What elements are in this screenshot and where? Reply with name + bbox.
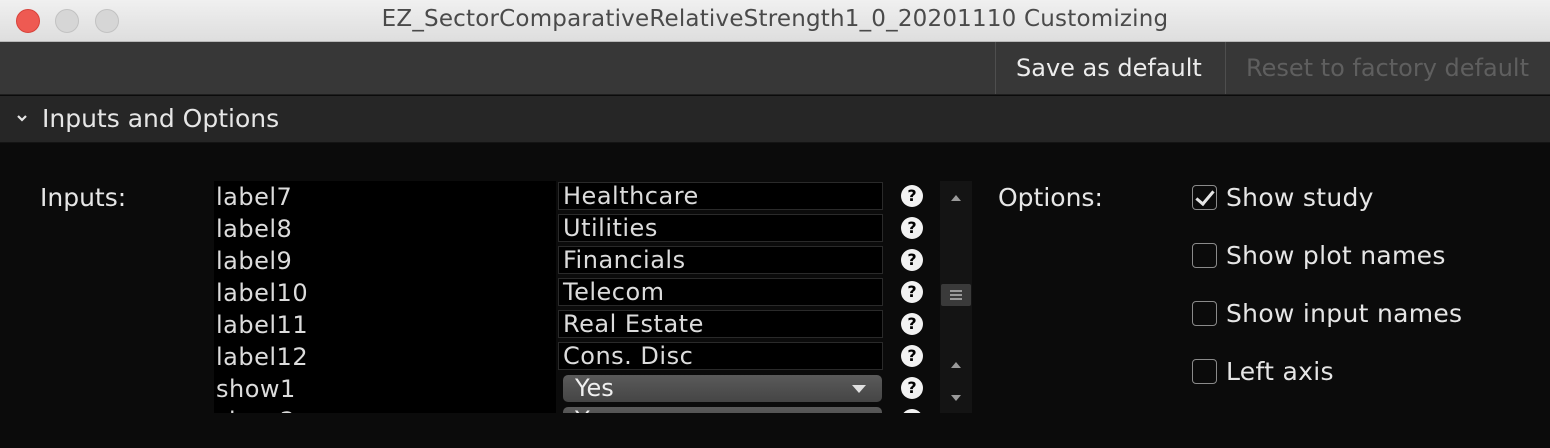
input-value-field[interactable]: Telecom [558, 278, 883, 306]
input-value-field[interactable]: Cons. Disc [558, 342, 883, 370]
show-input-names-checkbox[interactable] [1192, 301, 1217, 326]
option-label: Show plot names [1226, 241, 1446, 270]
scroll-up-arrow-icon[interactable] [951, 362, 961, 368]
dropdown-arrow-icon [852, 385, 866, 393]
inputs-scrollbar[interactable] [940, 181, 972, 413]
help-icon[interactable]: ? [901, 409, 923, 413]
help-icon[interactable]: ? [901, 345, 923, 367]
help-icon[interactable]: ? [901, 313, 923, 335]
option-label: Left axis [1226, 357, 1334, 386]
dropdown-value: Yes [575, 406, 614, 414]
scroll-up-arrow-icon[interactable] [951, 195, 961, 201]
chevron-down-icon [16, 108, 28, 127]
toolbar: Save as default Reset to factory default [0, 42, 1550, 95]
input-row-show2: show2 Yes? [214, 405, 940, 413]
input-name: label7 [216, 183, 293, 211]
options-label: Options: [998, 183, 1103, 212]
input-name: label8 [216, 215, 293, 243]
input-name: label9 [216, 247, 293, 275]
dropdown-value: Yes [575, 374, 614, 402]
window-title: EZ_SectorComparativeRelativeStrength1_0_… [381, 6, 1169, 32]
show-plot-names-checkbox[interactable] [1192, 243, 1217, 268]
input-value-dropdown[interactable]: Yes [563, 375, 882, 402]
save-as-default-button[interactable]: Save as default [995, 42, 1225, 94]
help-icon[interactable]: ? [901, 185, 923, 207]
input-value-dropdown[interactable]: Yes [563, 407, 882, 413]
input-row-show1: show1 Yes? [214, 373, 940, 405]
help-icon[interactable]: ? [901, 281, 923, 303]
input-row-label9: label9 Financials? [214, 245, 940, 277]
option-label: Show study [1226, 183, 1374, 212]
inputs-grid: label7 Healthcare? label8 Utilities? label9 F… [214, 181, 940, 413]
inputs-and-options-header[interactable]: Inputs and Options [0, 96, 1550, 143]
scrollbar-thumb[interactable] [941, 284, 971, 306]
title-bar[interactable]: EZ_SectorComparativeRelativeStrength1_0_… [0, 0, 1550, 42]
inputs-label: Inputs: [40, 183, 127, 212]
show-study-checkbox[interactable] [1192, 185, 1217, 210]
input-name: show1 [216, 375, 296, 403]
input-name: label11 [216, 311, 309, 339]
input-row-label7: label7 Healthcare? [214, 181, 940, 213]
left-axis-checkbox[interactable] [1192, 359, 1217, 384]
help-icon[interactable]: ? [901, 377, 923, 399]
input-name: show2 [216, 405, 296, 413]
customizing-window: EZ_SectorComparativeRelativeStrength1_0_… [0, 0, 1550, 448]
help-icon[interactable]: ? [901, 217, 923, 239]
reset-to-factory-default-button[interactable]: Reset to factory default [1225, 42, 1550, 94]
input-row-label8: label8 Utilities? [214, 213, 940, 245]
input-value-field[interactable]: Utilities [558, 214, 883, 242]
input-name: label10 [216, 279, 309, 307]
section-title: Inputs and Options [42, 104, 280, 133]
scroll-down-arrow-icon[interactable] [951, 395, 961, 401]
input-row-label11: label11 Real Estate? [214, 309, 940, 341]
help-icon[interactable]: ? [901, 249, 923, 271]
input-name: label12 [216, 343, 309, 371]
input-row-label12: label12 Cons. Disc? [214, 341, 940, 373]
input-row-label10: label10 Telecom? [214, 277, 940, 309]
input-value-field[interactable]: Real Estate [558, 310, 883, 338]
inputs-options-panel: Inputs: Options: label7 Healthcare? label8… [0, 143, 1550, 448]
input-value-field[interactable]: Financials [558, 246, 883, 274]
input-value-field[interactable]: Healthcare [558, 182, 883, 210]
option-label: Show input names [1226, 299, 1463, 328]
